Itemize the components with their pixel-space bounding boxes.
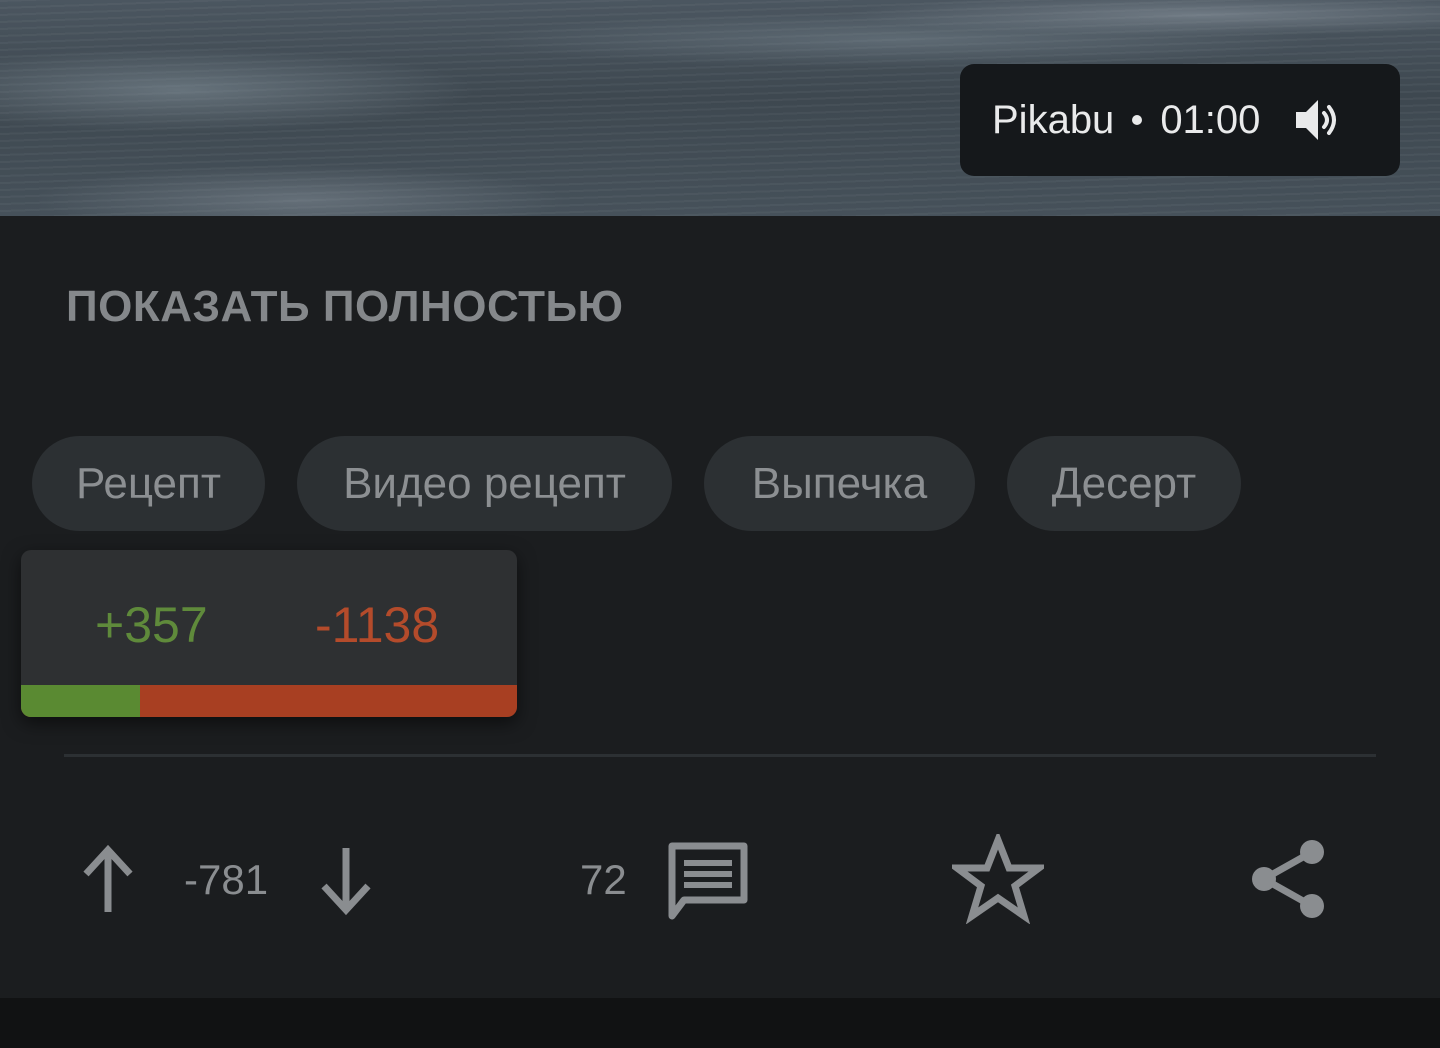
share-icon: [1252, 840, 1324, 918]
rating-minus-count: -1138: [315, 597, 440, 653]
post-score: -781: [184, 856, 269, 903]
tag-chip[interactable]: Выпечка: [704, 436, 975, 531]
arrow-down-icon: [321, 848, 371, 916]
rating-breakdown-popup: +357 -1138: [21, 550, 517, 717]
share-button[interactable]: [1246, 834, 1330, 924]
arrow-up-icon: [83, 844, 133, 912]
star-icon: [952, 834, 1044, 924]
rating-plus-count: +357: [95, 597, 208, 653]
rating-ratio-bar-plus: [21, 685, 140, 717]
upvote-button[interactable]: [78, 842, 138, 918]
comment-icon: [668, 842, 748, 920]
comments-count[interactable]: 72: [580, 856, 627, 904]
video-player[interactable]: Pikabu 01:00: [0, 0, 1440, 216]
rating-ratio-bar: [21, 685, 517, 717]
video-source: Pikabu: [992, 97, 1115, 142]
volume-icon[interactable]: [1292, 94, 1344, 146]
video-info-overlay: Pikabu 01:00: [960, 64, 1400, 176]
video-duration: 01:00: [1160, 97, 1261, 142]
comments-button[interactable]: [664, 838, 752, 924]
tag-chip[interactable]: Десерт: [1007, 436, 1241, 531]
tag-chip[interactable]: Рецепт: [32, 436, 265, 531]
separator-dot: [1132, 115, 1143, 125]
downvote-button[interactable]: [316, 842, 376, 918]
bottom-bar: [0, 998, 1440, 1048]
tag-chip[interactable]: Видео рецепт: [297, 436, 672, 531]
divider: [64, 754, 1376, 757]
show-full-button[interactable]: ПОКАЗАТЬ ПОЛНОСТЬЮ: [66, 282, 624, 332]
save-button[interactable]: [952, 834, 1044, 924]
